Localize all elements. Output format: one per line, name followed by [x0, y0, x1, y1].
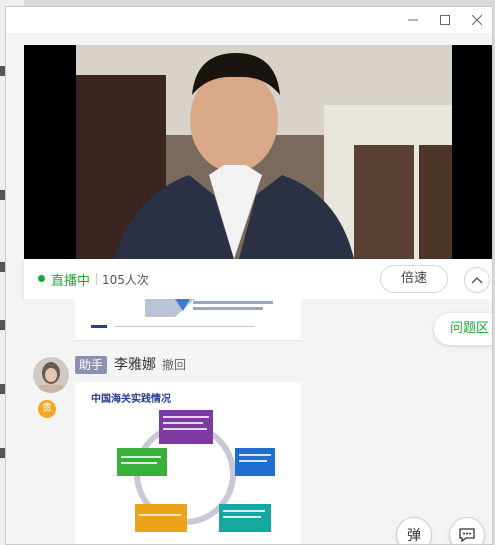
playback-speed-button[interactable]: 倍速 [380, 265, 448, 293]
chat-button[interactable] [449, 517, 485, 544]
previous-slide-thumbnail [91, 299, 273, 328]
avatar[interactable] [33, 357, 69, 393]
revoke-button[interactable]: 撤回 [162, 356, 186, 373]
live-window: 直播中 105人次 倍速 贵 助手 李雅娜 撤回 中国海关实践情况 问题区 弹 [5, 6, 493, 545]
video-player[interactable] [24, 45, 492, 259]
chat-bubble-icon [459, 528, 475, 543]
cycle-diagram [117, 410, 275, 532]
viewer-count: 105人次 [102, 273, 149, 287]
avatar-image [33, 357, 69, 393]
divider [96, 273, 97, 285]
chevron-up-icon [471, 277, 483, 284]
title-bar [6, 7, 492, 33]
live-status-bar: 直播中 105人次 倍速 [24, 259, 492, 299]
live-status-label: 直播中 [51, 274, 91, 289]
chat-area: 贵 助手 李雅娜 撤回 中国海关实践情况 问题区 弹 [6, 299, 492, 544]
slide-image-message[interactable]: 中国海关实践情况 [75, 382, 301, 544]
qa-area-tab[interactable]: 问题区 [434, 313, 492, 345]
video-frame [24, 45, 492, 259]
close-icon [472, 15, 482, 25]
close-button[interactable] [462, 7, 492, 33]
collapse-video-button[interactable] [464, 267, 490, 293]
maximize-icon [440, 15, 450, 25]
previous-slide-image[interactable] [75, 299, 301, 341]
live-indicator-dot [38, 275, 45, 282]
danmaku-toggle-button[interactable]: 弹 [396, 517, 432, 544]
minimize-icon [408, 19, 418, 21]
maximize-button[interactable] [430, 7, 460, 33]
slide-title: 中国海关实践情况 [91, 394, 171, 405]
role-badge: 助手 [75, 356, 107, 374]
sender-name: 李雅娜 [114, 357, 156, 373]
vip-badge: 贵 [38, 400, 56, 418]
minimize-button[interactable] [398, 7, 428, 33]
